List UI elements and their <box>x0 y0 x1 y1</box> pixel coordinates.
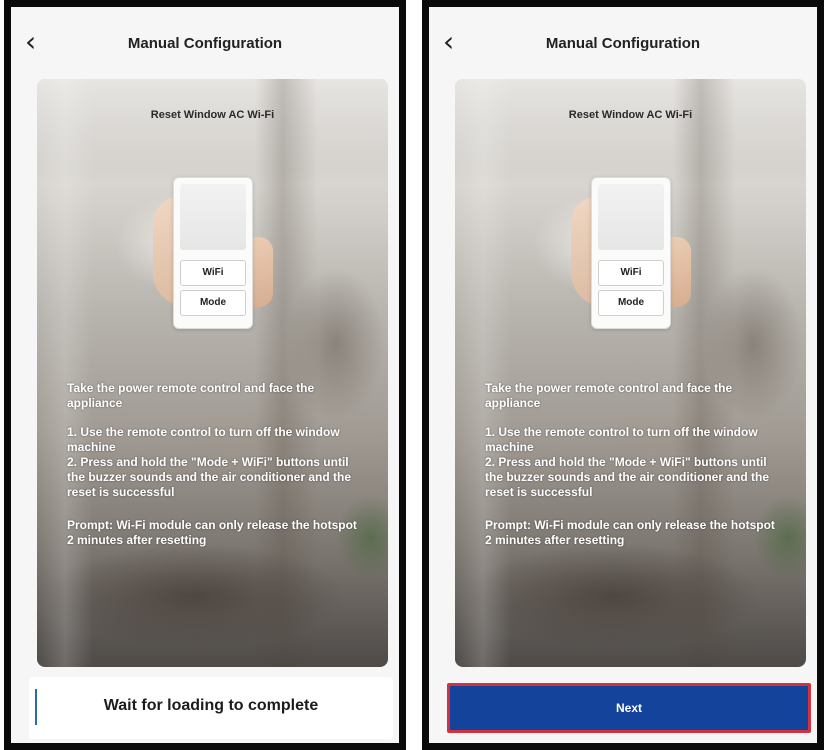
card-title: Reset Window AC Wi-Fi <box>150 109 275 121</box>
page-title: Manual Configuration <box>127 35 283 52</box>
instruction-step-1: 1. Use the remote control to turn off th… <box>67 425 340 454</box>
remote-mode-button: Mode <box>180 290 246 316</box>
page-title: Manual Configuration <box>545 35 701 52</box>
remote-screen <box>598 184 664 250</box>
instruction-step-1: 1. Use the remote control to turn off th… <box>485 425 758 454</box>
hand-holding-remote-illustration: WiFi Mode <box>153 177 293 329</box>
remote-control-illustration: WiFi Mode <box>173 177 253 329</box>
instruction-prompt: Prompt: Wi-Fi module can only release th… <box>485 518 775 547</box>
instruction-step-2: 2. Press and hold the "Mode + WiFi" butt… <box>67 455 352 499</box>
remote-screen <box>180 184 246 250</box>
top-bar: ‹ Manual Configuration <box>429 25 817 65</box>
phone-screen-ready: ‹ Manual Configuration Reset Window AC W… <box>422 0 824 750</box>
instructions-text: Take the power remote control and face t… <box>67 381 362 562</box>
phone-screen-loading: ‹ Manual Configuration Reset Window AC W… <box>4 0 406 750</box>
remote-wifi-button: WiFi <box>598 260 664 286</box>
instruction-card: Reset Window AC Wi-Fi WiFi Mode Take the… <box>37 79 388 667</box>
remote-control-illustration: WiFi Mode <box>591 177 671 329</box>
instruction-card: Reset Window AC Wi-Fi WiFi Mode Take the… <box>455 79 806 667</box>
next-button[interactable]: Next <box>447 683 811 733</box>
remote-mode-button: Mode <box>598 290 664 316</box>
instruction-intro: Take the power remote control and face t… <box>67 381 315 410</box>
instruction-prompt: Prompt: Wi-Fi module can only release th… <box>67 518 357 547</box>
hand-holding-remote-illustration: WiFi Mode <box>571 177 711 329</box>
loading-status-text: Wait for loading to complete <box>103 697 319 714</box>
top-bar: ‹ Manual Configuration <box>11 25 399 65</box>
remote-wifi-button: WiFi <box>180 260 246 286</box>
loading-status-bar: Wait for loading to complete <box>29 677 393 739</box>
instruction-intro: Take the power remote control and face t… <box>485 381 733 410</box>
card-title: Reset Window AC Wi-Fi <box>568 109 693 121</box>
instruction-step-2: 2. Press and hold the "Mode + WiFi" butt… <box>485 455 770 499</box>
instructions-text: Take the power remote control and face t… <box>485 381 780 562</box>
